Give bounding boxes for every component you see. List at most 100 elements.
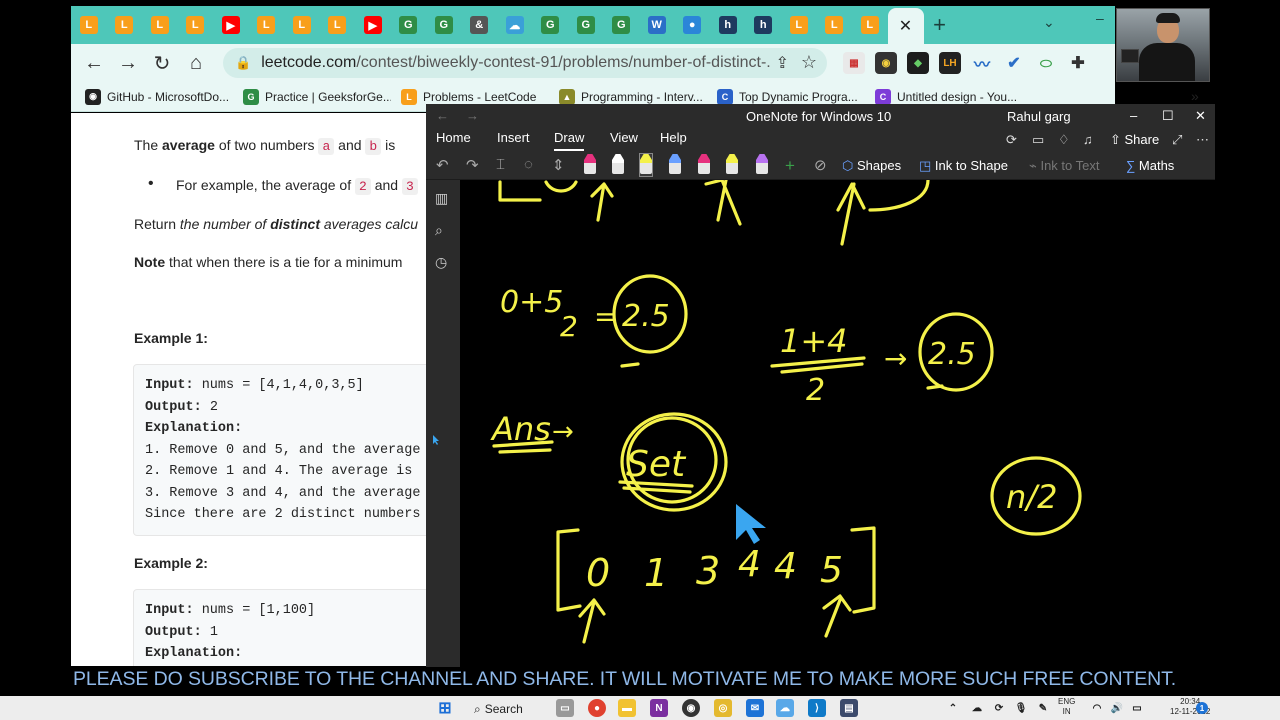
ink-to-shape-button[interactable]: ◳ Ink to Shape: [919, 158, 1008, 174]
browser-tab[interactable]: &: [462, 8, 498, 42]
wifi-icon[interactable]: ◠: [1088, 699, 1106, 717]
more-icon[interactable]: ⋯: [1196, 132, 1209, 148]
share-icon[interactable]: ⇪: [776, 53, 789, 73]
menu-view[interactable]: View: [610, 130, 638, 145]
browser-tab[interactable]: G: [426, 8, 462, 42]
browser-tab[interactable]: ▶: [355, 8, 391, 42]
tray-pen-icon[interactable]: ✎: [1034, 699, 1052, 717]
tray-cloud-icon[interactable]: ☁: [968, 699, 986, 717]
share-button[interactable]: ⇧ Share: [1110, 132, 1159, 148]
new-tab-button[interactable]: +: [924, 9, 956, 41]
recent-icon[interactable]: ◷: [435, 254, 447, 271]
browser-tab[interactable]: G: [391, 8, 427, 42]
tray-overflow-icon[interactable]: ⌃: [944, 699, 962, 717]
dark-extension-icon[interactable]: ◆: [907, 52, 929, 74]
calendar-extension-icon[interactable]: ▦: [843, 52, 865, 74]
weather-icon[interactable]: ☁: [776, 699, 794, 717]
browser-tab[interactable]: ●: [675, 8, 711, 42]
forward-arrow-icon[interactable]: →: [466, 108, 479, 123]
maximize-icon[interactable]: ☐: [1162, 108, 1174, 124]
address-bar[interactable]: 🔒 leetcode.com/contest/biweekly-contest-…: [223, 48, 827, 78]
pen-tool[interactable]: [756, 154, 768, 176]
undo-icon[interactable]: ↶: [436, 156, 449, 174]
browser-tab[interactable]: L: [320, 8, 356, 42]
browser-tab[interactable]: G: [604, 8, 640, 42]
active-tab-close-button[interactable]: ✕: [887, 8, 924, 44]
lightbulb-icon[interactable]: ♢: [1058, 132, 1070, 148]
file-explorer-icon[interactable]: ▬: [618, 699, 636, 717]
window-minimize-button[interactable]: –: [1096, 10, 1104, 26]
type-select-icon[interactable]: ⌶: [496, 156, 505, 173]
menu-help[interactable]: Help: [660, 130, 687, 145]
browser-tab[interactable]: G: [533, 8, 569, 42]
bookmark-item[interactable]: ◉ GitHub - MicrosoftDo...: [85, 88, 233, 105]
ink-to-text-button[interactable]: ⌁ Ink to Text: [1029, 158, 1099, 174]
sync-icon[interactable]: ⟳: [1006, 132, 1017, 148]
back-arrow-icon[interactable]: ←: [436, 108, 449, 123]
pen-tool[interactable]: [612, 154, 624, 176]
bookmark-item[interactable]: C Top Dynamic Progra...: [717, 88, 865, 105]
lasso-icon[interactable]: ◌: [524, 156, 533, 173]
pen-tool[interactable]: [726, 154, 738, 176]
menu-insert[interactable]: Insert: [497, 130, 530, 145]
bookmark-item[interactable]: ▲ Programming - Interv...: [559, 88, 707, 105]
browser-tab[interactable]: L: [178, 8, 214, 42]
menu-home[interactable]: Home: [436, 130, 471, 145]
ink-canvas[interactable]: 0+5 2 = 2.5 1+4 2 → 2.5 Ans → Set n/2 0 …: [460, 180, 1215, 667]
browser-tab[interactable]: L: [249, 8, 285, 42]
wave-extension-icon[interactable]: 〰: [971, 52, 993, 74]
browser-tab[interactable]: L: [817, 8, 853, 42]
menu-draw[interactable]: Draw: [554, 130, 584, 145]
add-pen-icon[interactable]: +: [785, 156, 795, 176]
browser-tab[interactable]: L: [852, 8, 888, 42]
notification-icon[interactable]: 1: [1196, 702, 1208, 714]
browser-tab[interactable]: L: [71, 8, 107, 42]
browser-tab[interactable]: L: [781, 8, 817, 42]
bookmarks-more-icon[interactable]: »: [1191, 88, 1268, 104]
mail-icon[interactable]: ✉: [746, 699, 764, 717]
notebooks-icon[interactable]: ▥: [435, 190, 448, 207]
maths-button[interactable]: ∑ Maths: [1126, 158, 1174, 173]
notebook-icon[interactable]: ▭: [1032, 132, 1044, 148]
insert-space-icon[interactable]: ⇕: [552, 156, 565, 174]
battery-icon[interactable]: ▭: [1128, 699, 1146, 717]
task-view-icon[interactable]: ▭: [556, 699, 574, 717]
bookmark-item[interactable]: L Problems - LeetCode: [401, 88, 549, 105]
bookmark-star-icon[interactable]: ☆: [801, 52, 817, 73]
fullscreen-icon[interactable]: ⤢: [1172, 132, 1182, 148]
bookmark-item[interactable]: C Untitled design - You...: [875, 88, 1023, 105]
shapes-button[interactable]: ⬡ Shapes: [842, 158, 901, 174]
forward-button[interactable]: →: [111, 48, 145, 78]
bell-icon[interactable]: ♫: [1083, 132, 1093, 147]
browser-tab[interactable]: L: [284, 8, 320, 42]
chrome-icon[interactable]: ●: [588, 699, 606, 717]
browser-tab[interactable]: h: [710, 8, 746, 42]
check-extension-icon[interactable]: ✔: [1003, 52, 1025, 74]
onenote-icon[interactable]: N: [650, 699, 668, 717]
pen-tool[interactable]: [698, 154, 710, 176]
browser-tab[interactable]: L: [142, 8, 178, 42]
app-yellow-icon[interactable]: ◎: [714, 699, 732, 717]
browser-tab[interactable]: ▶: [213, 8, 249, 42]
lh-extension-icon[interactable]: LH: [939, 52, 961, 74]
redo-icon[interactable]: ↷: [466, 156, 479, 174]
reload-button[interactable]: ↻: [145, 48, 179, 78]
home-button[interactable]: ⌂: [179, 48, 213, 78]
ruler-icon[interactable]: ⊘: [814, 156, 827, 174]
browser-tab[interactable]: h: [746, 8, 782, 42]
tray-sync-icon[interactable]: ⟳: [990, 699, 1008, 717]
green-extension-icon[interactable]: ⬭: [1035, 52, 1057, 74]
pen-tool[interactable]: [639, 153, 653, 177]
minimize-icon[interactable]: –: [1130, 108, 1137, 123]
browser-tab[interactable]: W: [639, 8, 675, 42]
taskbar-search-button[interactable]: ⌕ Search: [474, 699, 542, 719]
close-icon[interactable]: ✕: [1195, 108, 1206, 124]
back-button[interactable]: ←: [77, 48, 111, 78]
bulb-extension-icon[interactable]: ◉: [875, 52, 897, 74]
bookmark-item[interactable]: G Practice | GeeksforGe...: [243, 88, 391, 105]
windows-start-icon[interactable]: ⊞: [436, 699, 454, 717]
app-terminal-icon[interactable]: ▤: [840, 699, 858, 717]
search-icon[interactable]: ⌕: [435, 222, 443, 239]
volume-icon[interactable]: 🔊: [1108, 699, 1126, 717]
tray-mic-icon[interactable]: 🎙: [1012, 699, 1030, 717]
